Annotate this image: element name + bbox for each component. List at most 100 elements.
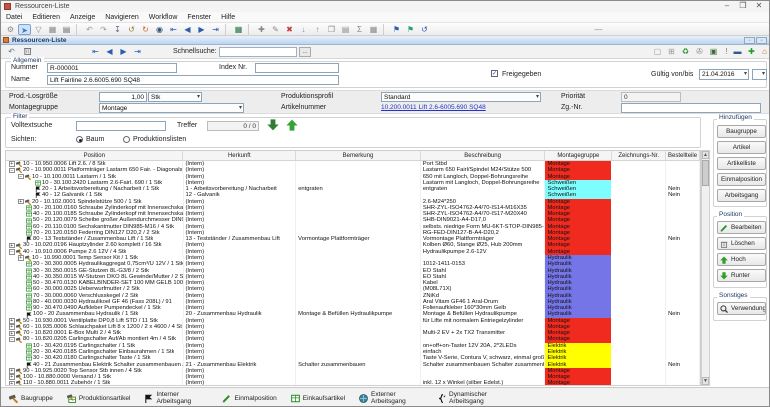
artikelnummer-link[interactable]: 10.200.0011 Lift 2.6-6005.690 SQ48 — [381, 104, 486, 111]
form-icon[interactable]: ▤ — [339, 24, 352, 35]
nav-prev-icon[interactable]: ◀ — [181, 24, 194, 35]
grid-dark-icon[interactable]: ▤ — [60, 24, 73, 35]
tree-expander-collapsed[interactable]: + — [9, 331, 15, 337]
move-up-icon[interactable]: ↑ — [311, 24, 324, 35]
edit-icon[interactable]: ✎ — [269, 24, 282, 35]
window-new-icon[interactable]: ❐ — [325, 24, 338, 35]
monitor-icon[interactable]: ▬ — [731, 46, 744, 57]
radio-produktionslisten[interactable] — [123, 136, 130, 143]
zgnr-field[interactable] — [621, 103, 761, 113]
tree-expander-collapsed[interactable]: + — [9, 318, 15, 324]
nav-next-icon[interactable]: ▶ — [117, 46, 130, 57]
add-arbeitsgang-button[interactable]: Arbeitsgang — [717, 189, 766, 202]
minimize-button[interactable]: – — [719, 1, 735, 11]
nav-first-icon[interactable]: ⇤ — [89, 46, 102, 57]
losgroesse-unit-combo[interactable]: Stk — [148, 92, 202, 102]
minimize-strip-icon[interactable]: — — [592, 24, 605, 35]
child-restore-button[interactable]: ▫ — [744, 37, 755, 44]
scrollbar-thumb[interactable] — [702, 160, 709, 186]
add-artikelliste-button[interactable]: Artikelliste — [717, 157, 766, 170]
lock-icon[interactable]: ▣ — [707, 46, 720, 57]
settings-icon[interactable]: ⚙ — [4, 24, 17, 35]
menu-item-fenster[interactable]: Fenster — [182, 14, 216, 21]
history-icon[interactable]: ↺ — [418, 24, 431, 35]
index-nr-field[interactable] — [255, 63, 339, 73]
name-field[interactable]: Lift Fairline 2.6.6005.690 SQ48 — [47, 75, 339, 85]
revert-icon[interactable]: ↺ — [125, 24, 138, 35]
tree-expander-expanded[interactable]: − — [9, 249, 15, 255]
split-view-icon[interactable]: ⊞ — [665, 46, 678, 57]
radio-produktionslisten-label[interactable]: Produktionslisten — [133, 136, 186, 143]
runter-button[interactable]: Runter — [717, 269, 766, 282]
prioritaet-field[interactable]: 0 — [621, 92, 681, 102]
nav-last-icon[interactable]: ⇥ — [209, 24, 222, 35]
sum-icon[interactable]: Σ — [353, 24, 366, 35]
menu-item-workflow[interactable]: Workflow — [144, 14, 183, 21]
tree-expander-collapsed[interactable]: + — [9, 374, 15, 380]
hoch-button[interactable]: Hoch — [717, 253, 766, 266]
tree-expander-expanded[interactable]: − — [9, 168, 15, 174]
column-header-zeichnungs-nr-[interactable]: Zeichnungs-Nr. — [612, 151, 666, 160]
search-binoculars-icon[interactable]: ◉ — [153, 24, 166, 35]
menu-item-hilfe[interactable]: Hilfe — [216, 14, 240, 21]
tree-expander-collapsed[interactable]: + — [9, 368, 15, 374]
produktionsprofil-combo[interactable]: Standard — [381, 92, 541, 102]
undo-icon[interactable]: ↶ — [5, 46, 18, 57]
delete-icon[interactable]: ✖ — [283, 24, 296, 35]
add-baugruppe-button[interactable]: Baugruppe — [717, 125, 766, 138]
list-icon[interactable]: ▦ — [367, 24, 380, 35]
löschen-button[interactable]: Löschen — [717, 237, 766, 250]
child-close-button[interactable]: ▫ — [756, 37, 767, 44]
grid-view-icon[interactable]: ▦ — [46, 24, 59, 35]
move-down-icon[interactable]: ↓ — [297, 24, 310, 35]
nav-first-icon[interactable]: ⇤ — [167, 24, 180, 35]
tree-expander-collapsed[interactable]: + — [9, 243, 15, 249]
save-icon[interactable]: ↧ — [111, 24, 124, 35]
add-artikel-button[interactable]: Artikel — [717, 141, 766, 154]
column-header-herkunft[interactable]: Herkunft — [183, 151, 296, 160]
jump-prev-hit-button[interactable] — [286, 119, 298, 131]
export-excel-icon[interactable]: ▦ — [232, 24, 245, 35]
maximize-button[interactable]: ❒ — [735, 1, 751, 11]
home-icon[interactable]: ⌂ — [758, 46, 770, 57]
tree-expander-collapsed[interactable]: + — [18, 255, 24, 261]
paperclip-icon[interactable]: ✇ — [693, 46, 706, 57]
recycle-icon[interactable]: ♻ — [679, 46, 692, 57]
filter-icon[interactable]: ▽ — [32, 24, 45, 35]
column-header-beschreibung[interactable]: Beschreibung — [421, 151, 546, 160]
undo-icon[interactable]: ↶ — [83, 24, 96, 35]
column-header-position[interactable]: Position — [6, 151, 183, 160]
close-button[interactable]: ✕ — [751, 1, 767, 11]
add-icon[interactable]: ✚ — [255, 24, 268, 35]
freigegeben-checkbox[interactable]: ✓ — [491, 70, 498, 77]
verwendung-button[interactable]: Verwendung — [717, 302, 766, 315]
column-header-montagegruppe[interactable]: Montagegruppe — [545, 151, 612, 160]
gueltig-von-datepicker[interactable]: 21.04.2016 — [699, 69, 749, 80]
tree-expander-collapsed[interactable]: + — [9, 324, 15, 330]
add-plus-icon[interactable]: ✚ — [745, 46, 758, 57]
scroll-up-arrow[interactable]: ▲ — [702, 151, 709, 159]
losgroesse-field[interactable]: 1,00 — [99, 92, 147, 102]
nav-prev-icon[interactable]: ◀ — [103, 46, 116, 57]
column-header-bestellteile[interactable]: Bestellteile — [666, 151, 700, 160]
add-einmalposition-button[interactable]: Einmalposition — [717, 173, 766, 186]
table-vertical-scrollbar[interactable]: ▲ ▼ — [701, 150, 710, 386]
tree-expander-expanded[interactable]: − — [9, 337, 15, 343]
radio-baum-label[interactable]: Baum — [86, 136, 104, 143]
gueltig-bis-datepicker[interactable] — [752, 69, 767, 80]
menu-item-anzeige[interactable]: Anzeige — [65, 14, 100, 21]
menu-item-datei[interactable]: Datei — [1, 14, 27, 21]
tree-expander-collapsed[interactable]: + — [18, 199, 24, 205]
table-row[interactable]: +110 - 10.880.0011 Zubehör / 1 Stk(Inter… — [6, 380, 700, 386]
flag-teal-icon[interactable]: ⚑ — [404, 24, 417, 35]
nav-last-icon[interactable]: ⇥ — [131, 46, 144, 57]
tree-expander-expanded[interactable]: − — [18, 174, 24, 180]
select-pointer-icon[interactable]: ➤ — [18, 24, 31, 35]
menu-item-navigieren[interactable]: Navigieren — [100, 14, 143, 21]
column-header-bemerkung[interactable]: Bemerkung — [296, 151, 421, 160]
quicksearch-input[interactable] — [219, 47, 297, 57]
new-page-icon[interactable]: ▢ — [651, 46, 664, 57]
radio-baum[interactable] — [76, 136, 83, 143]
montagegruppe-combo[interactable]: Montage — [99, 103, 244, 113]
delete-trash-icon[interactable] — [23, 46, 36, 57]
